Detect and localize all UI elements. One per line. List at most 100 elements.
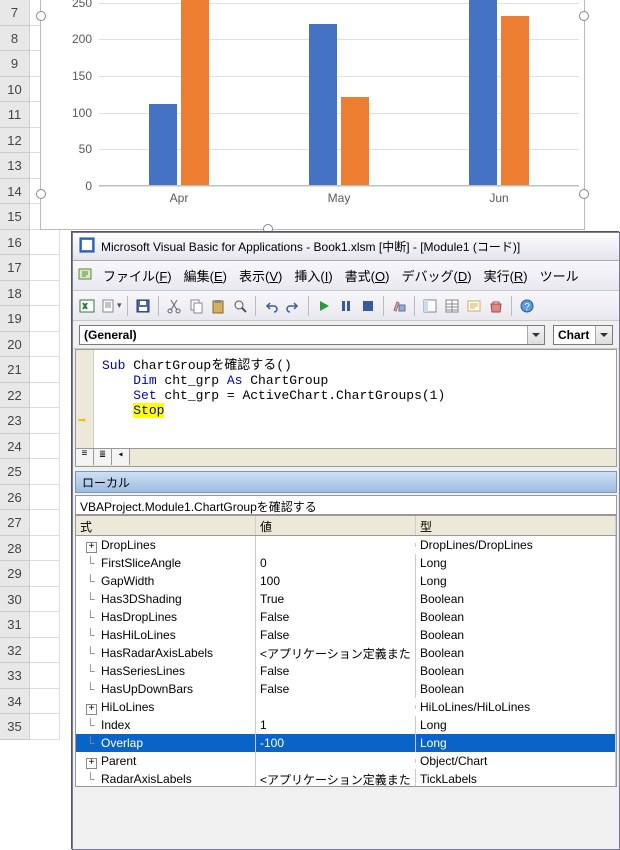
chart-bar[interactable] [469, 0, 497, 185]
row-header[interactable]: 19 [0, 306, 30, 332]
cut-icon[interactable] [164, 296, 184, 316]
row-header[interactable]: 27 [0, 510, 30, 536]
code-text[interactable]: Sub ChartGroupを確認する() Dim cht_grp As Cha… [102, 354, 445, 418]
vba-titlebar[interactable]: Microsoft Visual Basic for Applications … [73, 233, 619, 261]
chart-bar[interactable] [181, 0, 209, 185]
row-header[interactable]: 33 [0, 663, 30, 689]
row-header[interactable]: 20 [0, 332, 30, 358]
row-header[interactable]: 23 [0, 408, 30, 434]
row-header[interactable]: 17 [0, 255, 30, 281]
row-header[interactable]: 13 [0, 153, 30, 179]
menu-view[interactable]: 表示(V) [233, 262, 288, 289]
row-header[interactable]: 9 [0, 51, 30, 77]
locals-row[interactable]: +ParentObject/Chart [76, 752, 616, 770]
expand-icon[interactable]: + [86, 704, 97, 715]
row-header[interactable]: 26 [0, 485, 30, 511]
full-module-view-tab[interactable]: ≣ [94, 449, 112, 465]
locals-row[interactable]: └HasUpDownBarsFalseBoolean [76, 680, 616, 698]
menu-tools[interactable]: ツール [534, 262, 585, 289]
menu-debug[interactable]: デバッグ(D) [395, 262, 477, 289]
menu-run[interactable]: 実行(R) [478, 262, 534, 289]
procedure-view-tab[interactable]: ≡ [76, 449, 94, 465]
code-pane[interactable]: ➡ Sub ChartGroupを確認する() Dim cht_grp As C… [75, 349, 617, 467]
vba-menubar[interactable]: ファイル(F) 編集(E) 表示(V) 挿入(I) 書式(O) デバッグ(D) … [73, 261, 619, 291]
view-excel-icon[interactable] [77, 296, 97, 316]
chart-resize-handle[interactable] [579, 11, 589, 21]
paste-icon[interactable] [208, 296, 228, 316]
locals-row[interactable]: └HasSeriesLinesFalseBoolean [76, 662, 616, 680]
row-header[interactable]: 29 [0, 561, 30, 587]
run-icon[interactable] [314, 296, 334, 316]
insert-module-icon[interactable] [99, 296, 119, 316]
locals-table[interactable]: 式 値 型 +DropLinesDropLines/DropLines└Firs… [75, 515, 617, 787]
menu-file[interactable]: ファイル(F) [97, 262, 178, 289]
chart-resize-handle[interactable] [36, 11, 46, 21]
object-browser-icon[interactable] [464, 296, 484, 316]
copy-icon[interactable] [186, 296, 206, 316]
row-header[interactable]: 15 [0, 204, 30, 230]
scroll-left-icon[interactable]: ◂ [112, 449, 130, 465]
locals-row[interactable]: └Overlap-100Long [76, 734, 616, 752]
row-header[interactable]: 12 [0, 128, 30, 154]
expand-icon[interactable]: + [86, 758, 97, 769]
row-header[interactable]: 30 [0, 587, 30, 613]
row-header[interactable]: 16 [0, 230, 30, 256]
project-explorer-icon[interactable] [420, 296, 440, 316]
help-icon[interactable]: ? [517, 296, 537, 316]
expand-icon[interactable]: + [86, 542, 97, 553]
menu-format[interactable]: 書式(O) [339, 262, 396, 289]
locals-row[interactable]: └RadarAxisLabels<アプリケーション定義またTickLabels [76, 770, 616, 787]
row-header[interactable]: 24 [0, 434, 30, 460]
toolbox-icon[interactable] [486, 296, 506, 316]
menu-insert[interactable]: 挿入(I) [288, 262, 338, 289]
row-header[interactable]: 35 [0, 714, 30, 740]
row-header[interactable]: 25 [0, 459, 30, 485]
row-header[interactable]: 11 [0, 102, 30, 128]
locals-row[interactable]: └HasHiLoLinesFalseBoolean [76, 626, 616, 644]
undo-icon[interactable] [261, 296, 281, 316]
menu-edit[interactable]: 編集(E) [178, 262, 233, 289]
chart-bar[interactable] [341, 97, 369, 185]
col-value[interactable]: 値 [256, 516, 416, 535]
locals-row[interactable]: └HasDropLinesFalseBoolean [76, 608, 616, 626]
locals-header[interactable]: ローカル [75, 471, 617, 493]
row-header[interactable]: 8 [0, 26, 30, 52]
locals-row[interactable]: └Index1Long [76, 716, 616, 734]
locals-row[interactable]: └FirstSliceAngle0Long [76, 554, 616, 572]
row-header[interactable]: 34 [0, 689, 30, 715]
stop-icon[interactable] [358, 296, 378, 316]
locals-row[interactable]: └GapWidth100Long [76, 572, 616, 590]
chart-bar[interactable] [501, 16, 529, 185]
locals-row[interactable]: +HiLoLinesHiLoLines/HiLoLines [76, 698, 616, 716]
locals-row[interactable]: └Has3DShadingTrueBoolean [76, 590, 616, 608]
design-mode-icon[interactable] [389, 296, 409, 316]
locals-columns[interactable]: 式 値 型 [76, 516, 616, 536]
col-expression[interactable]: 式 [76, 516, 256, 535]
locals-row[interactable]: +DropLinesDropLines/DropLines [76, 536, 616, 554]
vba-window[interactable]: Microsoft Visual Basic for Applications … [72, 232, 620, 850]
redo-icon[interactable] [283, 296, 303, 316]
chart-bar[interactable] [309, 24, 337, 185]
properties-icon[interactable] [442, 296, 462, 316]
chart-resize-handle[interactable] [579, 189, 589, 199]
row-header[interactable]: 21 [0, 357, 30, 383]
row-header[interactable]: 14 [0, 179, 30, 205]
code-view-tabs[interactable]: ≡ ≣ ◂ [76, 448, 616, 466]
procedure-dropdown[interactable]: Chart [553, 325, 613, 345]
vba-toolbar[interactable]: ▾ ? [73, 291, 619, 321]
row-header[interactable]: 31 [0, 612, 30, 638]
chart[interactable]: 050100150200250 AprMayJun [40, 0, 585, 230]
object-dropdown[interactable]: (General) [79, 325, 545, 345]
save-icon[interactable] [133, 296, 153, 316]
col-type[interactable]: 型 [416, 516, 616, 535]
locals-row[interactable]: └HasRadarAxisLabels<アプリケーション定義またBoolean [76, 644, 616, 662]
chart-resize-handle[interactable] [36, 189, 46, 199]
row-header[interactable]: 10 [0, 77, 30, 103]
row-header[interactable]: 18 [0, 281, 30, 307]
row-header[interactable]: 7 [0, 0, 30, 26]
row-header[interactable]: 32 [0, 638, 30, 664]
pause-icon[interactable] [336, 296, 356, 316]
chart-bar[interactable] [149, 104, 177, 185]
row-header[interactable]: 22 [0, 383, 30, 409]
row-header[interactable]: 28 [0, 536, 30, 562]
